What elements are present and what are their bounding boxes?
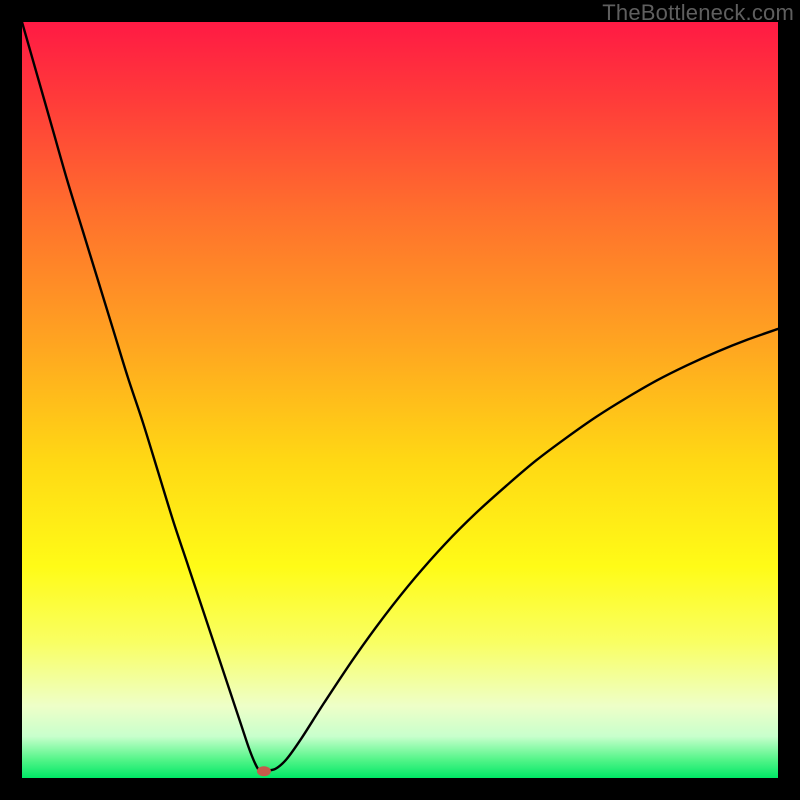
optimal-point-marker: [257, 766, 271, 776]
chart-svg: [22, 22, 778, 778]
plot-area: [22, 22, 778, 778]
watermark-text: TheBottleneck.com: [602, 0, 794, 26]
chart-frame: TheBottleneck.com: [0, 0, 800, 800]
